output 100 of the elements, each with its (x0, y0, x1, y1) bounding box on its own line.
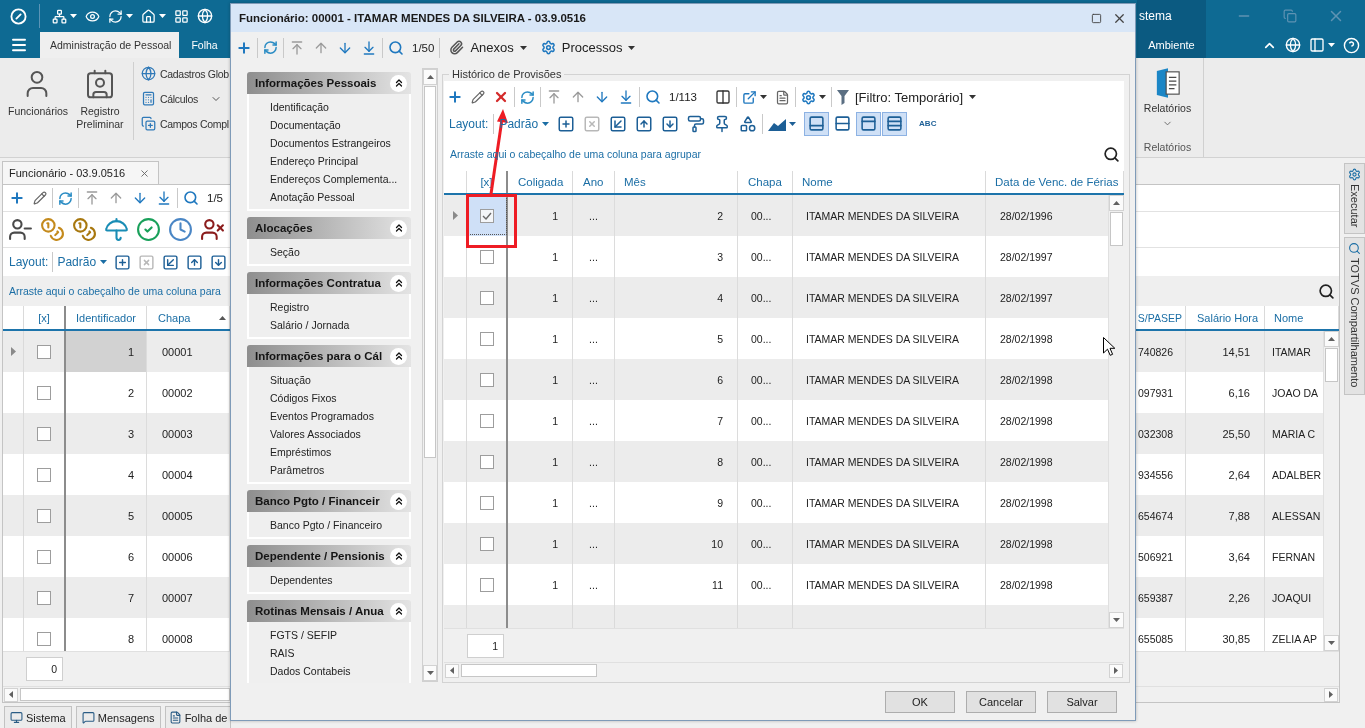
check-circle-icon[interactable] (136, 217, 161, 242)
table-cell[interactable] (467, 195, 508, 236)
section-header[interactable]: Informações para o Cál (247, 345, 411, 367)
ribbon-button[interactable]: Relatórios (1143, 68, 1192, 129)
checkbox[interactable] (37, 426, 51, 441)
checkbox[interactable] (479, 208, 494, 223)
section-header[interactable]: Dependente / Pensionis (247, 545, 411, 567)
globe-icon[interactable] (197, 8, 213, 24)
collapse-icon[interactable] (390, 492, 407, 510)
scroll-thumb[interactable] (424, 86, 436, 458)
caret-icon[interactable] (759, 95, 767, 99)
column-header[interactable]: [x] (24, 306, 66, 329)
scroll-right-button[interactable] (1324, 687, 1338, 702)
external-link-icon[interactable] (741, 89, 757, 105)
caret-icon[interactable] (126, 14, 133, 18)
section-header[interactable]: Banco Pgto / Financeir (247, 490, 411, 512)
checkbox[interactable] (479, 495, 494, 510)
scroll-thumb[interactable] (1325, 348, 1338, 382)
layout-dropdown[interactable]: Padrão (57, 255, 108, 269)
checkbox[interactable] (37, 385, 51, 400)
umbrella-icon[interactable] (104, 217, 129, 242)
shapes-icon[interactable] (739, 114, 758, 133)
clock-icon[interactable] (168, 217, 193, 242)
text-style-button[interactable]: ABC (919, 119, 937, 128)
menu-icon[interactable] (10, 36, 28, 54)
sidebar-item[interactable]: Eventos Programados (270, 407, 374, 425)
scroll-thumb[interactable] (20, 688, 230, 701)
x-icon[interactable] (493, 89, 509, 105)
view-toggle-button[interactable] (856, 111, 882, 136)
sidebar-item[interactable]: RAIS (270, 644, 295, 662)
sidebar-item[interactable]: Códigos Fixos (270, 389, 337, 407)
globe-icon[interactable] (1285, 37, 1301, 53)
user-x-icon[interactable] (200, 217, 225, 242)
column-header[interactable]: Nome (1265, 306, 1339, 329)
columns-icon[interactable] (714, 89, 731, 105)
view-toggle-button[interactable] (804, 111, 830, 136)
ribbon-button[interactable]: Registro Preliminar (70, 58, 130, 157)
section-header[interactable]: Informações Pessoais (247, 72, 411, 94)
arrow-to-bottom-icon[interactable] (618, 89, 634, 105)
sidebar-item[interactable]: Identificação (270, 98, 329, 116)
collapse-icon[interactable] (390, 347, 407, 365)
checkbox[interactable] (37, 344, 51, 359)
ribbon-button[interactable]: Funcionários (4, 58, 70, 157)
ribbon-button[interactable]: Cálculos (141, 86, 229, 111)
sidebar-item[interactable]: Parâmetros (270, 461, 325, 479)
side-tab[interactable]: Executar (1344, 163, 1365, 235)
column-header[interactable]: Data de Venc. de Férias (986, 171, 1124, 193)
refresh-icon[interactable] (108, 8, 123, 24)
checkbox[interactable] (479, 331, 494, 346)
scroll-thumb[interactable] (1110, 212, 1123, 246)
sidebar-item[interactable]: Dados Contabeis (270, 662, 351, 680)
column-header[interactable]: Ano (573, 171, 615, 193)
scroll-right-button[interactable] (1109, 663, 1123, 678)
close-icon[interactable] (139, 167, 151, 179)
refresh-icon[interactable] (263, 40, 278, 55)
column-header[interactable]: Nome (793, 171, 986, 193)
settings-icon[interactable] (800, 89, 816, 105)
home-icon[interactable] (141, 8, 156, 24)
help-icon[interactable] (1343, 36, 1360, 54)
ribbon-tab[interactable]: Ambiente (1137, 32, 1206, 58)
checkbox[interactable] (479, 577, 494, 592)
menu-button[interactable]: Anexos (449, 40, 527, 55)
checkbox[interactable] (479, 454, 494, 469)
status-tab[interactable]: Sistema (4, 706, 72, 728)
network-icon[interactable] (52, 8, 67, 24)
status-tab[interactable]: Mensagens (75, 706, 161, 728)
sidebar-item[interactable]: Documentos Estrangeiros (270, 134, 391, 152)
sidebar-item[interactable]: Documentação (270, 116, 341, 134)
column-header[interactable]: S/PASEP (1137, 306, 1186, 329)
square-arrow-down-icon[interactable] (661, 114, 680, 133)
sidebar-item[interactable]: FGTS / SEFIP (270, 626, 338, 644)
refresh-icon[interactable] (520, 89, 535, 105)
square-arrow-up-icon[interactable] (635, 114, 654, 133)
sidebar-item[interactable]: Valores Associados (270, 425, 361, 443)
column-header[interactable]: Mês (615, 171, 738, 193)
sidebar-item[interactable]: Endereço Principal (270, 152, 359, 170)
sidebar-item[interactable]: Registro (270, 298, 310, 316)
scroll-thumb[interactable] (461, 664, 597, 677)
circle-slash-icon[interactable] (10, 7, 27, 25)
collapse-icon[interactable] (390, 547, 407, 565)
collapse-icon[interactable] (390, 602, 407, 620)
search-icon[interactable] (1318, 282, 1335, 300)
chart-icon[interactable] (768, 116, 787, 131)
checkbox[interactable] (479, 413, 494, 428)
section-header[interactable]: Alocações (247, 217, 411, 239)
sidebar-item[interactable]: Seção (270, 243, 300, 261)
sidebar-item[interactable]: Empréstimos (270, 443, 332, 461)
status-tab[interactable]: Folha de (164, 706, 232, 728)
scroll-down-button[interactable] (423, 665, 437, 681)
eye-icon[interactable] (85, 8, 100, 24)
user-minus-icon[interactable] (8, 217, 33, 242)
menu-button[interactable]: Processos (540, 40, 636, 55)
dialog-button[interactable]: Cancelar (966, 690, 1036, 713)
scroll-left-button[interactable] (4, 687, 18, 702)
checkbox[interactable] (479, 290, 494, 305)
document-icon[interactable] (774, 89, 790, 105)
square-plus-icon[interactable] (557, 114, 576, 133)
checkbox[interactable] (37, 508, 51, 523)
column-header[interactable]: Chapa (738, 171, 793, 193)
sidebar-item[interactable]: Anotação Pessoal (270, 188, 355, 206)
